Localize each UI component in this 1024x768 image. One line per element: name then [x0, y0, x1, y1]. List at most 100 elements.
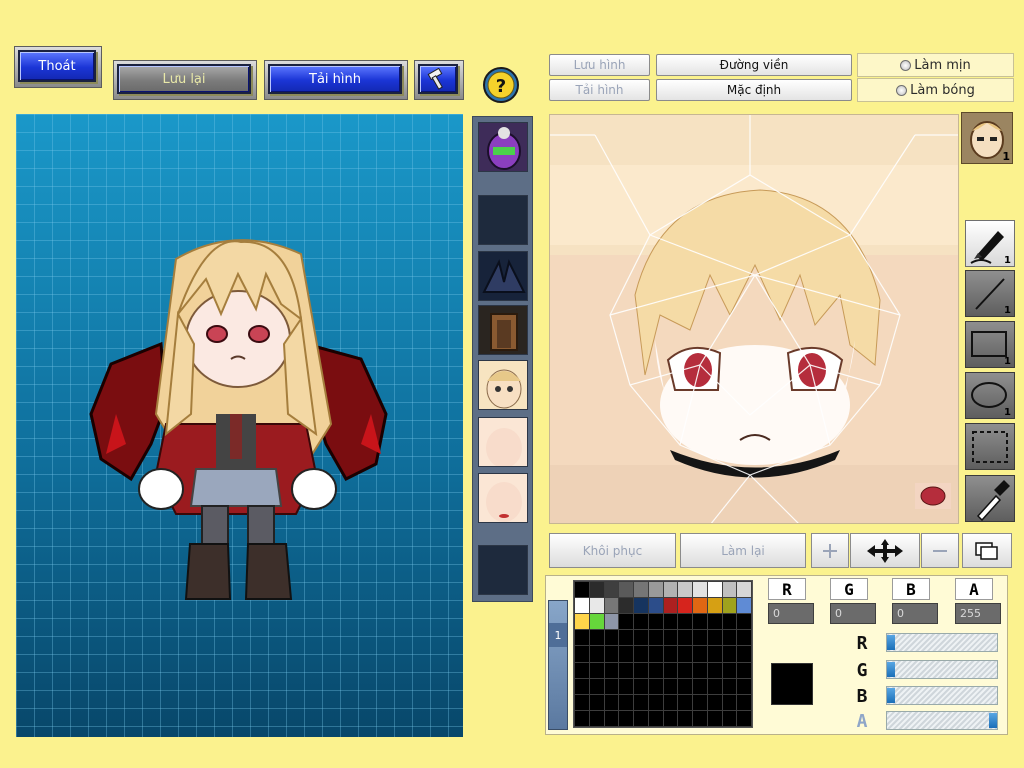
layer-copy-button[interactable] — [962, 533, 1012, 568]
palette-swatch[interactable] — [692, 661, 708, 679]
alpha-value-field[interactable]: 255 — [955, 603, 1001, 624]
palette-swatch[interactable] — [647, 597, 664, 615]
palette-swatch[interactable] — [647, 580, 664, 599]
palette-swatch[interactable] — [736, 709, 752, 727]
palette-swatch[interactable] — [736, 645, 752, 663]
palette-swatch[interactable] — [721, 629, 738, 647]
palette-swatch[interactable] — [574, 661, 590, 679]
palette-swatch[interactable] — [736, 580, 752, 599]
shade-option[interactable]: Làm bóng — [857, 78, 1014, 102]
palette-swatch[interactable] — [692, 709, 708, 727]
thumb-empty-1[interactable] — [478, 195, 528, 245]
select-tool-button[interactable] — [965, 423, 1015, 470]
blue-slider[interactable] — [886, 686, 998, 705]
pen-tool-button[interactable]: 1 — [965, 220, 1015, 267]
redo-button[interactable]: Làm lại — [680, 533, 806, 568]
color-palette-grid[interactable] — [573, 580, 753, 728]
palette-swatch[interactable] — [574, 613, 590, 631]
layer-thumbnail[interactable]: 1 — [961, 112, 1013, 164]
palette-swatch[interactable] — [633, 613, 649, 631]
palette-swatch[interactable] — [662, 693, 679, 711]
palette-swatch[interactable] — [618, 580, 634, 599]
palette-swatch[interactable] — [574, 629, 590, 647]
palette-swatch[interactable] — [633, 709, 649, 727]
palette-swatch[interactable] — [692, 693, 708, 711]
palette-swatch[interactable] — [706, 580, 723, 599]
blue-channel-label[interactable]: B — [892, 578, 930, 600]
palette-tab-1[interactable]: 1 — [549, 623, 567, 647]
palette-swatch[interactable] — [588, 709, 605, 727]
palette-swatch[interactable] — [662, 597, 679, 615]
palette-swatch[interactable] — [692, 597, 708, 615]
palette-swatch[interactable] — [721, 645, 738, 663]
palette-swatch[interactable] — [677, 677, 693, 695]
load-image-tab[interactable]: Tải hình — [549, 79, 650, 101]
palette-swatch[interactable] — [692, 645, 708, 663]
palette-swatch[interactable] — [721, 597, 738, 615]
blue-value-field[interactable]: 0 — [892, 603, 938, 624]
restore-button[interactable]: Khôi phục — [549, 533, 676, 568]
palette-swatch[interactable] — [603, 693, 620, 711]
palette-swatch[interactable] — [677, 661, 693, 679]
palette-swatch[interactable] — [603, 613, 620, 631]
green-slider[interactable] — [886, 660, 998, 679]
palette-swatch[interactable] — [574, 580, 590, 599]
palette-swatch[interactable] — [618, 645, 634, 663]
palette-swatch[interactable] — [588, 580, 605, 599]
palette-swatch[interactable] — [736, 629, 752, 647]
palette-swatch[interactable] — [721, 677, 738, 695]
palette-swatch[interactable] — [692, 580, 708, 599]
palette-swatch[interactable] — [647, 661, 664, 679]
palette-swatch[interactable] — [618, 629, 634, 647]
palette-swatch[interactable] — [574, 645, 590, 663]
green-slider-knob[interactable] — [887, 662, 895, 677]
palette-swatch[interactable] — [736, 693, 752, 711]
palette-swatch[interactable] — [588, 677, 605, 695]
red-slider[interactable] — [886, 633, 998, 652]
palette-swatch[interactable] — [721, 580, 738, 599]
zoom-in-button[interactable] — [811, 533, 849, 568]
palette-swatch[interactable] — [618, 661, 634, 679]
palette-swatch[interactable] — [603, 677, 620, 695]
save-image-tab[interactable]: Lưu hình — [549, 54, 650, 76]
palette-swatch[interactable] — [618, 613, 634, 631]
palette-swatch[interactable] — [574, 693, 590, 711]
palette-swatch[interactable] — [574, 709, 590, 727]
palette-swatch[interactable] — [647, 693, 664, 711]
thumb-helmet[interactable] — [478, 122, 528, 172]
palette-swatch[interactable] — [662, 629, 679, 647]
palette-swatch[interactable] — [574, 677, 590, 695]
eyedropper-tool-button[interactable] — [965, 475, 1015, 522]
help-button[interactable]: ? — [482, 66, 520, 104]
load-image-button[interactable]: Tải hình — [268, 64, 402, 94]
palette-swatch[interactable] — [588, 693, 605, 711]
palette-swatch[interactable] — [677, 597, 693, 615]
palette-swatch[interactable] — [603, 661, 620, 679]
palette-swatch[interactable] — [662, 677, 679, 695]
move-button[interactable] — [850, 533, 920, 568]
palette-swatch[interactable] — [662, 661, 679, 679]
palette-swatch[interactable] — [706, 645, 723, 663]
red-channel-label[interactable]: R — [768, 578, 806, 600]
palette-swatch[interactable] — [633, 677, 649, 695]
thumb-empty-2[interactable] — [478, 545, 528, 595]
palette-swatch[interactable] — [588, 645, 605, 663]
palette-swatch[interactable] — [574, 597, 590, 615]
palette-swatch[interactable] — [721, 709, 738, 727]
palette-swatch[interactable] — [618, 597, 634, 615]
green-channel-label[interactable]: G — [830, 578, 868, 600]
palette-swatch[interactable] — [721, 661, 738, 679]
palette-swatch[interactable] — [618, 693, 634, 711]
palette-swatch[interactable] — [736, 677, 752, 695]
palette-swatch[interactable] — [618, 709, 634, 727]
palette-swatch[interactable] — [706, 677, 723, 695]
palette-swatch[interactable] — [647, 613, 664, 631]
ellipse-tool-button[interactable]: 1 — [965, 372, 1015, 419]
palette-swatch[interactable] — [603, 597, 620, 615]
palette-swatch[interactable] — [633, 597, 649, 615]
palette-swatch[interactable] — [647, 677, 664, 695]
alpha-slider[interactable] — [886, 711, 998, 730]
palette-swatch[interactable] — [706, 629, 723, 647]
alpha-channel-label[interactable]: A — [955, 578, 993, 600]
red-slider-knob[interactable] — [887, 635, 895, 650]
